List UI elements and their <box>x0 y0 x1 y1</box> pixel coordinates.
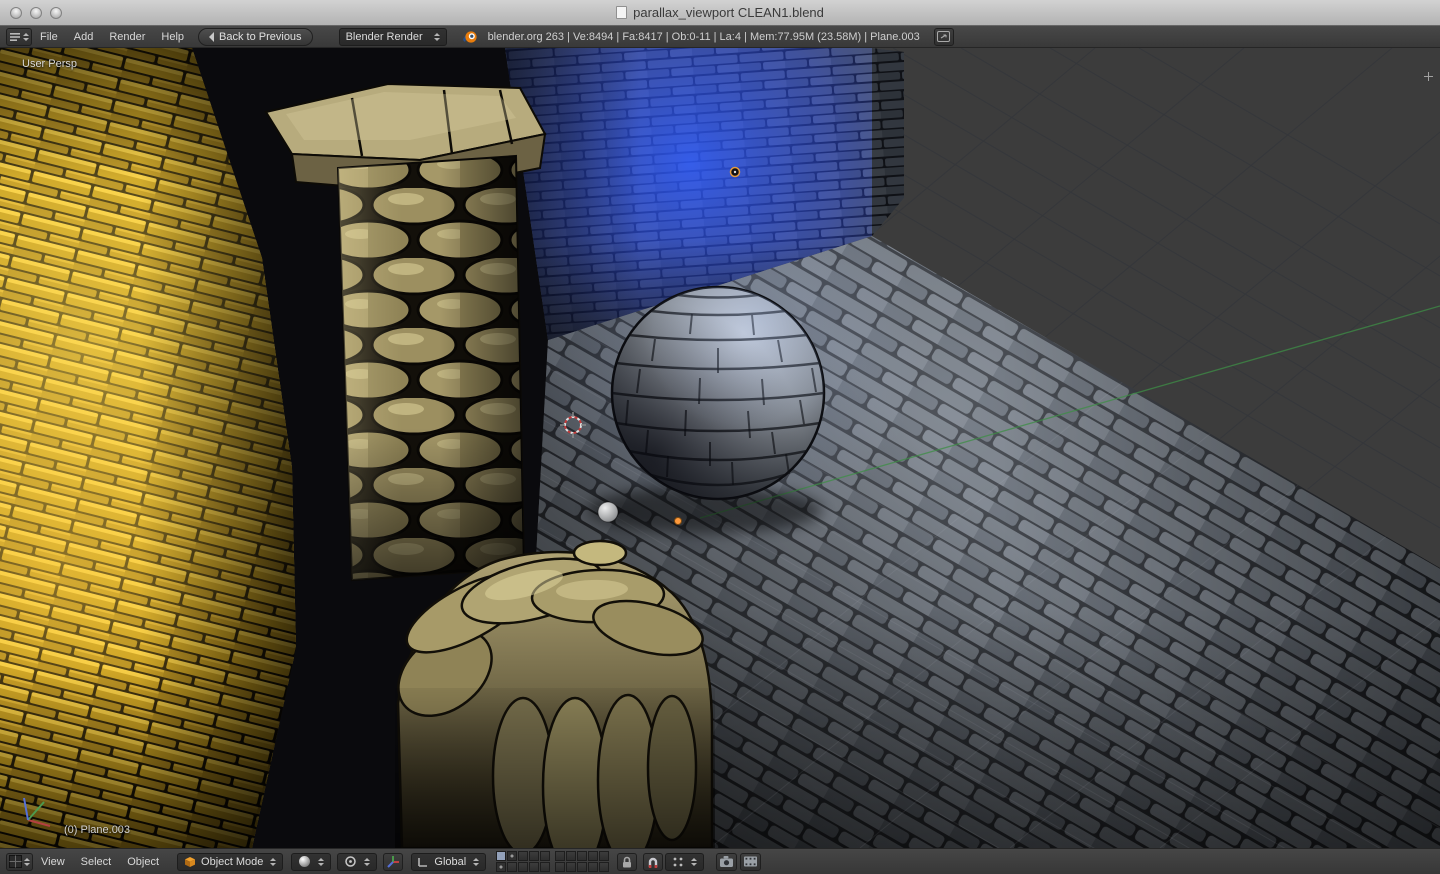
traffic-lights <box>10 7 62 19</box>
view3d-header: View Select Object Object Mode Global <box>0 848 1440 874</box>
blender-window: parallax_viewport CLEAN1.blend File Add … <box>0 0 1440 874</box>
viewport-shading-dropdown[interactable] <box>291 852 332 871</box>
layer-toggle[interactable] <box>540 862 551 872</box>
layer-toggle[interactable] <box>518 851 529 861</box>
magnet-icon <box>649 857 658 868</box>
snap-toggle-button[interactable] <box>643 852 664 871</box>
lock-icon <box>623 856 632 867</box>
layer-toggle[interactable] <box>507 862 518 872</box>
editor-type-selector[interactable] <box>6 27 32 46</box>
viewport-canvas[interactable]: User Persp (0) Plane.003 <box>0 48 1440 848</box>
pivot-point-dropdown[interactable] <box>337 852 378 871</box>
layer-toggle[interactable] <box>529 862 540 872</box>
camera-icon <box>720 856 734 867</box>
menu-select[interactable]: Select <box>73 856 120 868</box>
info-header: File Add Render Help Back to Previous Bl… <box>0 26 1440 48</box>
film-icon <box>744 856 758 867</box>
shading-sphere-icon <box>299 856 311 867</box>
zoom-button[interactable] <box>50 7 62 19</box>
minimize-button[interactable] <box>30 7 42 19</box>
blender-logo-icon <box>462 30 477 43</box>
layer-toggle[interactable] <box>588 851 599 861</box>
layer-toggle[interactable] <box>588 862 599 872</box>
snap-element-dropdown[interactable] <box>665 852 705 871</box>
object-mode-cube-icon <box>185 856 196 867</box>
menu-help[interactable]: Help <box>153 31 192 43</box>
view3d-editor-icon <box>9 855 22 868</box>
info-editor-icon <box>10 32 20 41</box>
scene-statistics: blender.org 263 | Ve:8494 | Fa:8417 | Ob… <box>487 30 920 43</box>
opengl-render-anim-button[interactable] <box>740 852 762 871</box>
back-arrow-icon <box>209 31 215 42</box>
layers-widget[interactable] <box>496 851 610 872</box>
layer-toggle[interactable] <box>566 851 577 861</box>
layer-toggle[interactable] <box>599 851 610 861</box>
lock-to-scene-button[interactable] <box>617 852 638 871</box>
view-name-label: User Persp <box>22 58 78 70</box>
layer-toggle[interactable] <box>496 862 507 872</box>
orientation-icon <box>418 858 428 867</box>
back-to-previous-button[interactable]: Back to Previous <box>198 27 313 46</box>
selector-arrows-icon <box>24 857 30 866</box>
screen-layout-icon[interactable] <box>933 27 954 46</box>
transform-orientation-dropdown[interactable]: Global <box>411 852 487 871</box>
pivot-center-icon <box>345 856 357 867</box>
layer-toggle[interactable] <box>518 862 529 872</box>
close-button[interactable] <box>10 7 22 19</box>
opengl-render-button[interactable] <box>716 852 738 871</box>
layer-toggle[interactable] <box>507 851 518 861</box>
menu-object[interactable]: Object <box>119 856 167 868</box>
active-object-label: (0) Plane.003 <box>64 824 131 836</box>
menu-view[interactable]: View <box>33 856 73 868</box>
manipulator-toggle-button[interactable] <box>383 852 404 871</box>
dropdown-arrows-icon <box>433 32 440 41</box>
dropdown-arrows-icon <box>691 857 698 866</box>
expand-region-icon[interactable] <box>1422 70 1435 83</box>
dropdown-arrows-icon <box>270 857 277 866</box>
dropdown-arrows-icon <box>318 857 325 866</box>
selector-arrows-icon <box>23 32 29 41</box>
mode-selector-dropdown[interactable]: Object Mode <box>177 852 284 871</box>
menu-add[interactable]: Add <box>66 31 102 43</box>
window-title: parallax_viewport CLEAN1.blend <box>633 5 824 20</box>
dropdown-arrows-icon <box>473 857 480 866</box>
layer-toggle[interactable] <box>529 851 540 861</box>
scene-render <box>0 48 1440 848</box>
document-icon <box>616 6 628 19</box>
layer-toggle[interactable] <box>566 862 577 872</box>
layer-toggle[interactable] <box>555 851 566 861</box>
manipulator-axis-icon <box>387 855 400 868</box>
snap-increment-icon <box>673 857 683 866</box>
menu-render[interactable]: Render <box>101 31 153 43</box>
layer-toggle[interactable] <box>599 862 610 872</box>
dropdown-arrows-icon <box>364 857 371 866</box>
titlebar: parallax_viewport CLEAN1.blend <box>0 0 1440 26</box>
layer-toggle[interactable] <box>577 851 588 861</box>
menu-file[interactable]: File <box>32 31 66 43</box>
layer-toggle[interactable] <box>496 851 507 861</box>
layer-toggle[interactable] <box>577 862 588 872</box>
editor-type-selector[interactable] <box>6 852 33 871</box>
layer-toggle[interactable] <box>540 851 551 861</box>
render-engine-dropdown[interactable]: Blender Render <box>338 27 447 46</box>
layer-toggle[interactable] <box>555 862 566 872</box>
